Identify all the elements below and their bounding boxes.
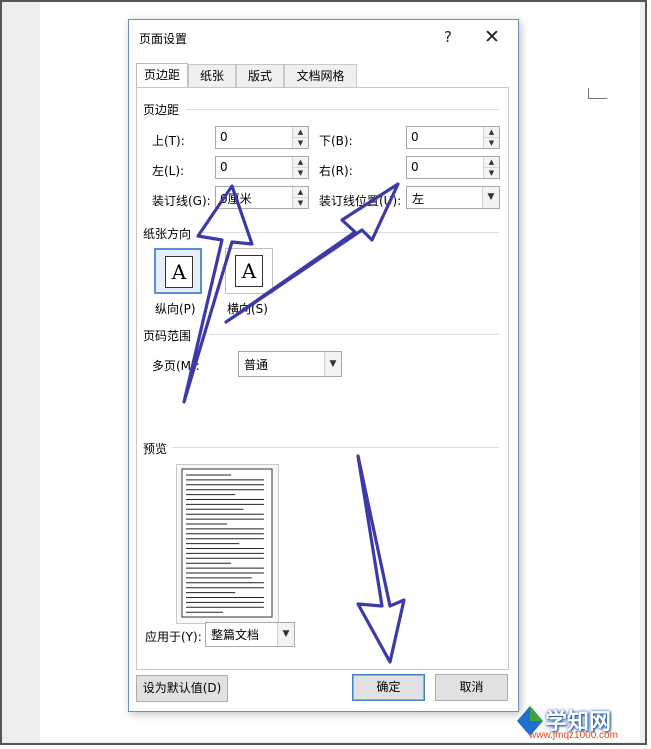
preview-page [176,464,279,624]
top-margin-spin-arrows: ▲ ▼ [292,127,308,148]
tab-layout[interactable]: 版式 [236,64,284,87]
gutter-value[interactable]: 0厘米 [220,190,252,207]
cancel-button[interactable]: 取消 [435,674,508,701]
gutter-position-label: 装订线位置(U): [319,194,402,208]
left-margin-label: 左(L): [152,164,185,178]
spin-up-icon[interactable]: ▲ [293,157,308,168]
spin-down-icon[interactable]: ▼ [293,168,308,178]
top-margin-label: 上(T): [152,134,185,148]
landscape-button[interactable]: A [225,248,273,294]
landscape-label: 横向(S) [227,302,268,316]
dialog-titlebar: 页面设置 ? ✕ [129,20,518,56]
spin-up-icon[interactable]: ▲ [484,157,499,168]
gutter-spinbox[interactable]: 0厘米 ▲ ▼ [215,186,309,209]
portrait-button[interactable]: A [154,248,202,294]
pages-section-title: 页码范围 [143,329,192,343]
multiple-pages-select[interactable]: 普通 ▼ [238,351,342,377]
margins-section-title: 页边距 [143,103,180,117]
portrait-page-icon: A [165,256,193,288]
spin-up-icon[interactable]: ▲ [293,127,308,138]
right-margin-spinbox[interactable]: 0 ▲ ▼ [406,156,500,179]
spin-down-icon[interactable]: ▼ [293,198,308,208]
left-margin-spinbox[interactable]: 0 ▲ ▼ [215,156,309,179]
spin-up-icon[interactable]: ▲ [484,127,499,138]
left-margin-value[interactable]: 0 [220,160,228,174]
right-margin-value[interactable]: 0 [411,160,419,174]
gutter-position-value: 左 [412,192,425,206]
multiple-pages-value: 普通 [244,358,269,372]
site-watermark: 学知网 www.jmqz1000.com [515,700,645,744]
bottom-margin-spinbox[interactable]: 0 ▲ ▼ [406,126,500,149]
help-button[interactable]: ? [435,26,461,48]
preview-page-lines [181,468,273,618]
spin-down-icon[interactable]: ▼ [484,138,499,148]
right-margin-label: 右(R): [319,164,353,178]
left-margin-spin-arrows: ▲ ▼ [292,157,308,178]
multiple-pages-label: 多页(M): [152,359,200,373]
right-margin-spin-arrows: ▲ ▼ [483,157,499,178]
gutter-position-select[interactable]: 左 ▼ [406,186,500,209]
bottom-margin-value[interactable]: 0 [411,130,419,144]
top-margin-spinbox[interactable]: 0 ▲ ▼ [215,126,309,149]
spin-down-icon[interactable]: ▼ [484,168,499,178]
bottom-margin-spin-arrows: ▲ ▼ [483,127,499,148]
close-button[interactable]: ✕ [479,26,505,48]
portrait-label: 纵向(P) [155,302,196,316]
tab-document-grid[interactable]: 文档网格 [284,64,357,87]
gutter-label: 装订线(G): [152,194,211,208]
ok-button[interactable]: 确定 [352,674,425,701]
margins-separator [186,109,499,110]
chevron-down-icon[interactable]: ▼ [324,352,341,376]
orientation-separator [198,232,499,233]
top-margin-value[interactable]: 0 [220,130,228,144]
gutter-spin-arrows: ▲ ▼ [292,187,308,208]
chevron-down-icon[interactable]: ▼ [277,623,294,646]
spin-up-icon[interactable]: ▲ [293,187,308,198]
margin-corner-mark-right [588,88,607,99]
tab-margins[interactable]: 页边距 [136,63,188,88]
preview-separator [172,447,499,448]
pages-separator [198,334,499,335]
apply-to-select[interactable]: 整篇文档 ▼ [205,622,295,647]
landscape-page-icon: A [235,255,263,287]
preview-section-title: 预览 [143,442,168,456]
tab-paper[interactable]: 纸张 [188,64,236,87]
spin-down-icon[interactable]: ▼ [293,138,308,148]
chevron-down-icon[interactable]: ▼ [482,187,499,208]
set-as-default-button[interactable]: 设为默认值(D) [136,675,228,702]
orientation-section-title: 纸张方向 [143,227,192,241]
apply-to-label: 应用于(Y): [145,630,202,644]
bottom-margin-label: 下(B): [319,134,353,148]
logo-url: www.jmqz1000.com [529,730,618,741]
preview-sheet [181,468,273,618]
dialog-title: 页面设置 [139,32,188,46]
apply-to-value: 整篇文档 [211,628,260,642]
